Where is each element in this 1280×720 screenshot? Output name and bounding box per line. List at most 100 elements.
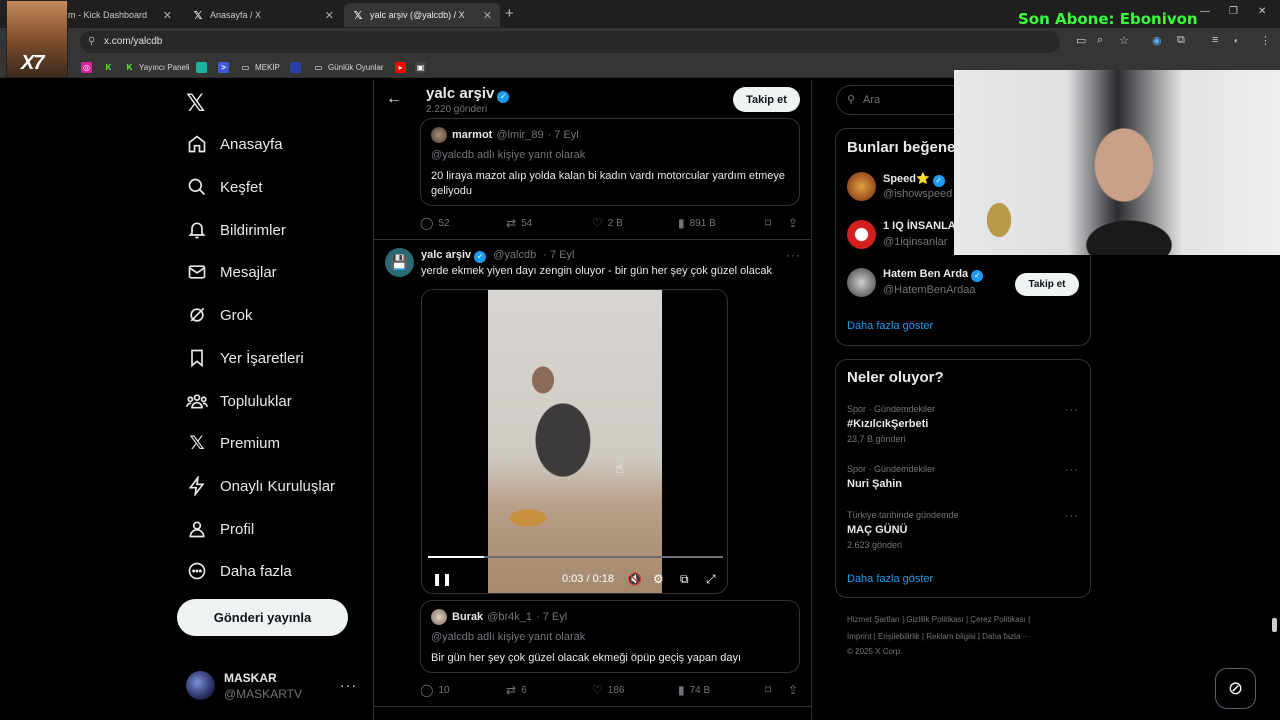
new-tab-button[interactable]: + <box>505 5 514 22</box>
profile-icon[interactable]: ◐ <box>1234 36 1239 45</box>
quoted-tweet-header: Burak @br4k_1 · 7 Eyl <box>431 609 567 625</box>
avatar <box>186 671 215 700</box>
restore-icon[interactable]: ❐ <box>1229 6 1238 17</box>
more-icon[interactable]: ··· <box>786 248 801 262</box>
bookmark-image[interactable]: ▣ <box>415 60 430 74</box>
nav-onayli-kuruluslar[interactable]: Onaylı Kuruluşlar <box>186 472 335 500</box>
footer-links[interactable]: Hizmet Şartları | Gizlilik Politikası | … <box>847 615 1030 624</box>
person-icon <box>186 518 208 540</box>
zoom-icon[interactable]: ⌕ <box>1097 34 1103 47</box>
views-button[interactable]: ▮ 74 B <box>678 683 710 697</box>
suggestion-handle: @HatemBenArdaa <box>883 284 976 296</box>
extension-icon[interactable]: ◉ <box>1152 34 1162 47</box>
more-icon[interactable]: ··· <box>340 677 357 693</box>
bookmark-blue[interactable] <box>290 60 305 74</box>
kick-icon: K <box>126 62 133 72</box>
bookmark-yayinci-paneli[interactable]: K Yayıncı Paneli <box>124 60 190 74</box>
tweet-time[interactable]: · 7 Eyl <box>543 249 574 261</box>
video-time: 0:03 / 0:18 <box>562 573 614 585</box>
nav-yer-isaretleri[interactable]: Yer İşaretleri <box>186 344 304 372</box>
menu-icon[interactable]: ⋮ <box>1260 34 1271 47</box>
like-button[interactable]: ♡ 2 B <box>592 216 623 230</box>
cast-icon[interactable]: ▭ <box>1076 34 1086 47</box>
bookmark-play[interactable]: > <box>218 60 233 74</box>
mute-icon[interactable]: 🔇 <box>627 572 642 586</box>
picture-in-picture-icon[interactable]: ⧉ <box>680 572 689 587</box>
quoted-tweet[interactable]: Burak @br4k_1 · 7 Eyl @yalcdb adlı kişiy… <box>420 600 800 673</box>
repost-button[interactable]: ⇄ 54 <box>506 216 532 230</box>
like-button[interactable]: ♡ 186 <box>592 683 624 697</box>
trend-item[interactable]: Türkiye tarihinde gündemde MAÇ GÜNÜ 2.62… <box>847 510 1079 550</box>
account-switcher[interactable]: MASKAR @MASKARTV ··· <box>186 671 361 703</box>
trend-item[interactable]: Spor · Gündemdekiler Nuri Şahin ··· <box>847 464 1079 490</box>
bookmark-instagram[interactable]: ◎ <box>81 60 96 74</box>
nav-bildirimler[interactable]: Bildirimler <box>186 216 286 244</box>
bookmark-kick[interactable]: K <box>103 60 118 74</box>
verified-badge-icon: ✓ <box>497 91 510 103</box>
nav-profil[interactable]: Profil <box>186 515 254 543</box>
tab-yalc-arsiv[interactable]: 𝕏 yalc arşiv (@yalcdb) / X ✕ <box>344 3 500 27</box>
nav-label: Grok <box>220 306 253 324</box>
more-icon[interactable]: ··· <box>1065 510 1079 522</box>
close-icon[interactable]: ✕ <box>325 9 334 22</box>
follow-button[interactable]: Takip et <box>733 87 800 112</box>
repost-icon: ⇄ <box>506 216 517 230</box>
nav-topluluklar[interactable]: Topluluklar <box>186 387 292 415</box>
follow-button[interactable]: Takip et <box>1015 273 1079 296</box>
bookmark-app[interactable] <box>196 60 211 74</box>
close-icon[interactable]: ✕ <box>163 9 172 22</box>
close-icon[interactable]: ✕ <box>483 9 492 22</box>
nav-daha-fazla[interactable]: Daha fazla <box>186 557 292 585</box>
tab-kick-dashboard[interactable]: m - Kick Dashboard ✕ <box>60 3 180 27</box>
author-name[interactable]: yalc arşiv <box>421 249 471 261</box>
scrollbar-thumb[interactable] <box>1272 618 1277 632</box>
repost-button[interactable]: ⇄ 6 <box>506 683 527 697</box>
repost-icon: ⇄ <box>506 683 517 697</box>
more-icon[interactable]: ··· <box>1065 464 1079 476</box>
bookmark-button[interactable]: ⌑ <box>765 216 776 230</box>
avatar[interactable]: 💾 <box>385 248 414 277</box>
star-icon[interactable]: ☆ <box>1119 34 1129 47</box>
bookmark-youtube[interactable]: ▸ <box>395 60 410 74</box>
bookmark-folder-mekip[interactable]: ▭ MEKİP <box>240 60 280 74</box>
bookmark-folder-gunluk-oyunlar[interactable]: ▭ Günlük Oyunlar <box>313 60 384 74</box>
show-more-link[interactable]: Daha fazla göster <box>847 320 933 332</box>
post-button[interactable]: Gönderi yayınla <box>177 599 348 636</box>
nav-anasayfa[interactable]: Anasayfa <box>186 130 283 158</box>
puzzle-icon[interactable]: ⧉ <box>1177 34 1185 47</box>
quoted-tweet[interactable]: marmot @lmir_89 · 7 Eyl @yalcdb adlı kiş… <box>420 118 800 206</box>
nav-mesajlar[interactable]: Mesajlar <box>186 258 277 286</box>
x-logo-icon[interactable]: 𝕏 <box>186 89 205 118</box>
site-info-icon[interactable]: ⚲ <box>88 31 95 53</box>
footer-links[interactable]: Imprint | Erişilebilirlik | Reklam bilgi… <box>847 632 1031 641</box>
tab-anasayfa[interactable]: 𝕏 Anasayfa / X ✕ <box>184 3 342 27</box>
more-icon[interactable]: ··· <box>1065 404 1079 416</box>
video-frame[interactable] <box>488 290 662 593</box>
nav-premium[interactable]: 𝕏 Premium <box>186 429 280 457</box>
views-button[interactable]: ▮ 891 B <box>678 216 716 230</box>
back-arrow-icon[interactable]: ← <box>386 90 402 108</box>
share-button[interactable]: ⇪ <box>788 216 803 230</box>
nav-grok[interactable]: Grok <box>186 301 253 329</box>
author-handle[interactable]: @yalcdb <box>493 249 536 261</box>
video-progress-bar[interactable] <box>428 556 723 558</box>
reply-button[interactable]: ◯ 52 <box>420 216 450 230</box>
settings-icon[interactable]: ⚙ <box>653 572 664 586</box>
bookmark-button[interactable]: ⌑ <box>765 683 776 697</box>
fullscreen-icon[interactable]: ⤢ <box>706 572 716 587</box>
reply-button[interactable]: ◯ 10 <box>420 683 450 697</box>
share-button[interactable]: ⇪ <box>788 683 803 697</box>
trend-item[interactable]: Spor · Gündemdekiler #KızılcıkŞerbeti 23… <box>847 404 1079 444</box>
close-window-icon[interactable]: ✕ <box>1258 6 1266 17</box>
minimize-icon[interactable]: — <box>1200 6 1210 17</box>
suggestion-name: 1 IQ İNSANLA <box>883 220 956 232</box>
video-player[interactable]: ❚❚ 0:03 / 0:18 🔇 ⚙ ⧉ ⤢ <box>421 289 728 594</box>
quoted-time: · 7 Eyl <box>547 129 579 141</box>
grok-icon[interactable]: ⊘ <box>1215 668 1256 709</box>
show-more-link[interactable]: Daha fazla göster <box>847 573 933 585</box>
media-icon[interactable]: ≡ <box>1212 34 1218 46</box>
pause-icon[interactable]: ❚❚ <box>432 572 452 586</box>
avatar <box>847 172 876 201</box>
address-bar[interactable]: ⚲ x.com/yalcdb <box>80 31 1060 53</box>
nav-kesfet[interactable]: Keşfet <box>186 173 263 201</box>
